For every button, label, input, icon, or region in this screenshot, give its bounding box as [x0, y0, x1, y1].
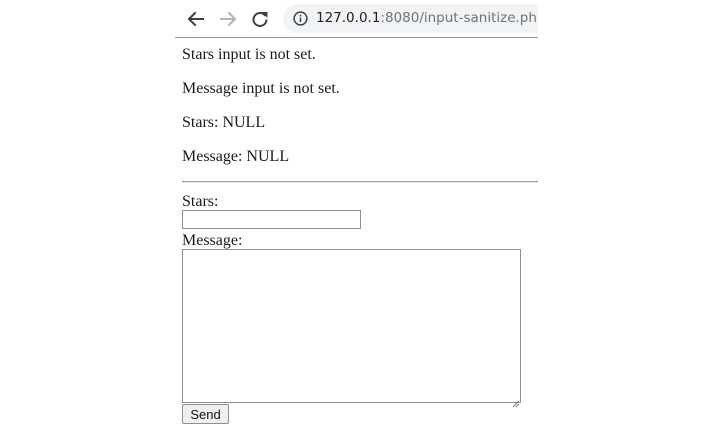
stars-status-message: Stars input is not set.	[182, 46, 316, 63]
arrow-right-icon[interactable]	[217, 8, 239, 30]
message-textarea[interactable]	[182, 249, 521, 403]
send-button[interactable]: Send	[182, 404, 229, 424]
message-status-message: Message input is not set.	[182, 80, 340, 97]
resize-grip-icon[interactable]	[512, 394, 520, 408]
arrow-left-icon[interactable]	[185, 8, 207, 30]
url-path: :8080/input-sanitize.php	[380, 10, 538, 26]
reload-icon[interactable]	[249, 8, 271, 30]
horizontal-rule	[182, 181, 538, 183]
browser-toolbar: 127.0.0.1:8080/input-sanitize.php	[175, 0, 538, 38]
message-value-output: Message: NULL	[182, 148, 290, 165]
stars-input[interactable]	[182, 210, 361, 229]
info-icon[interactable]	[293, 11, 308, 26]
stars-label: Stars:	[182, 193, 219, 210]
address-bar[interactable]: 127.0.0.1:8080/input-sanitize.php	[283, 4, 538, 33]
url-text: 127.0.0.1:8080/input-sanitize.php	[316, 9, 538, 28]
url-host: 127.0.0.1	[316, 10, 381, 26]
message-label: Message:	[182, 232, 243, 249]
stars-value-output: Stars: NULL	[182, 114, 266, 131]
